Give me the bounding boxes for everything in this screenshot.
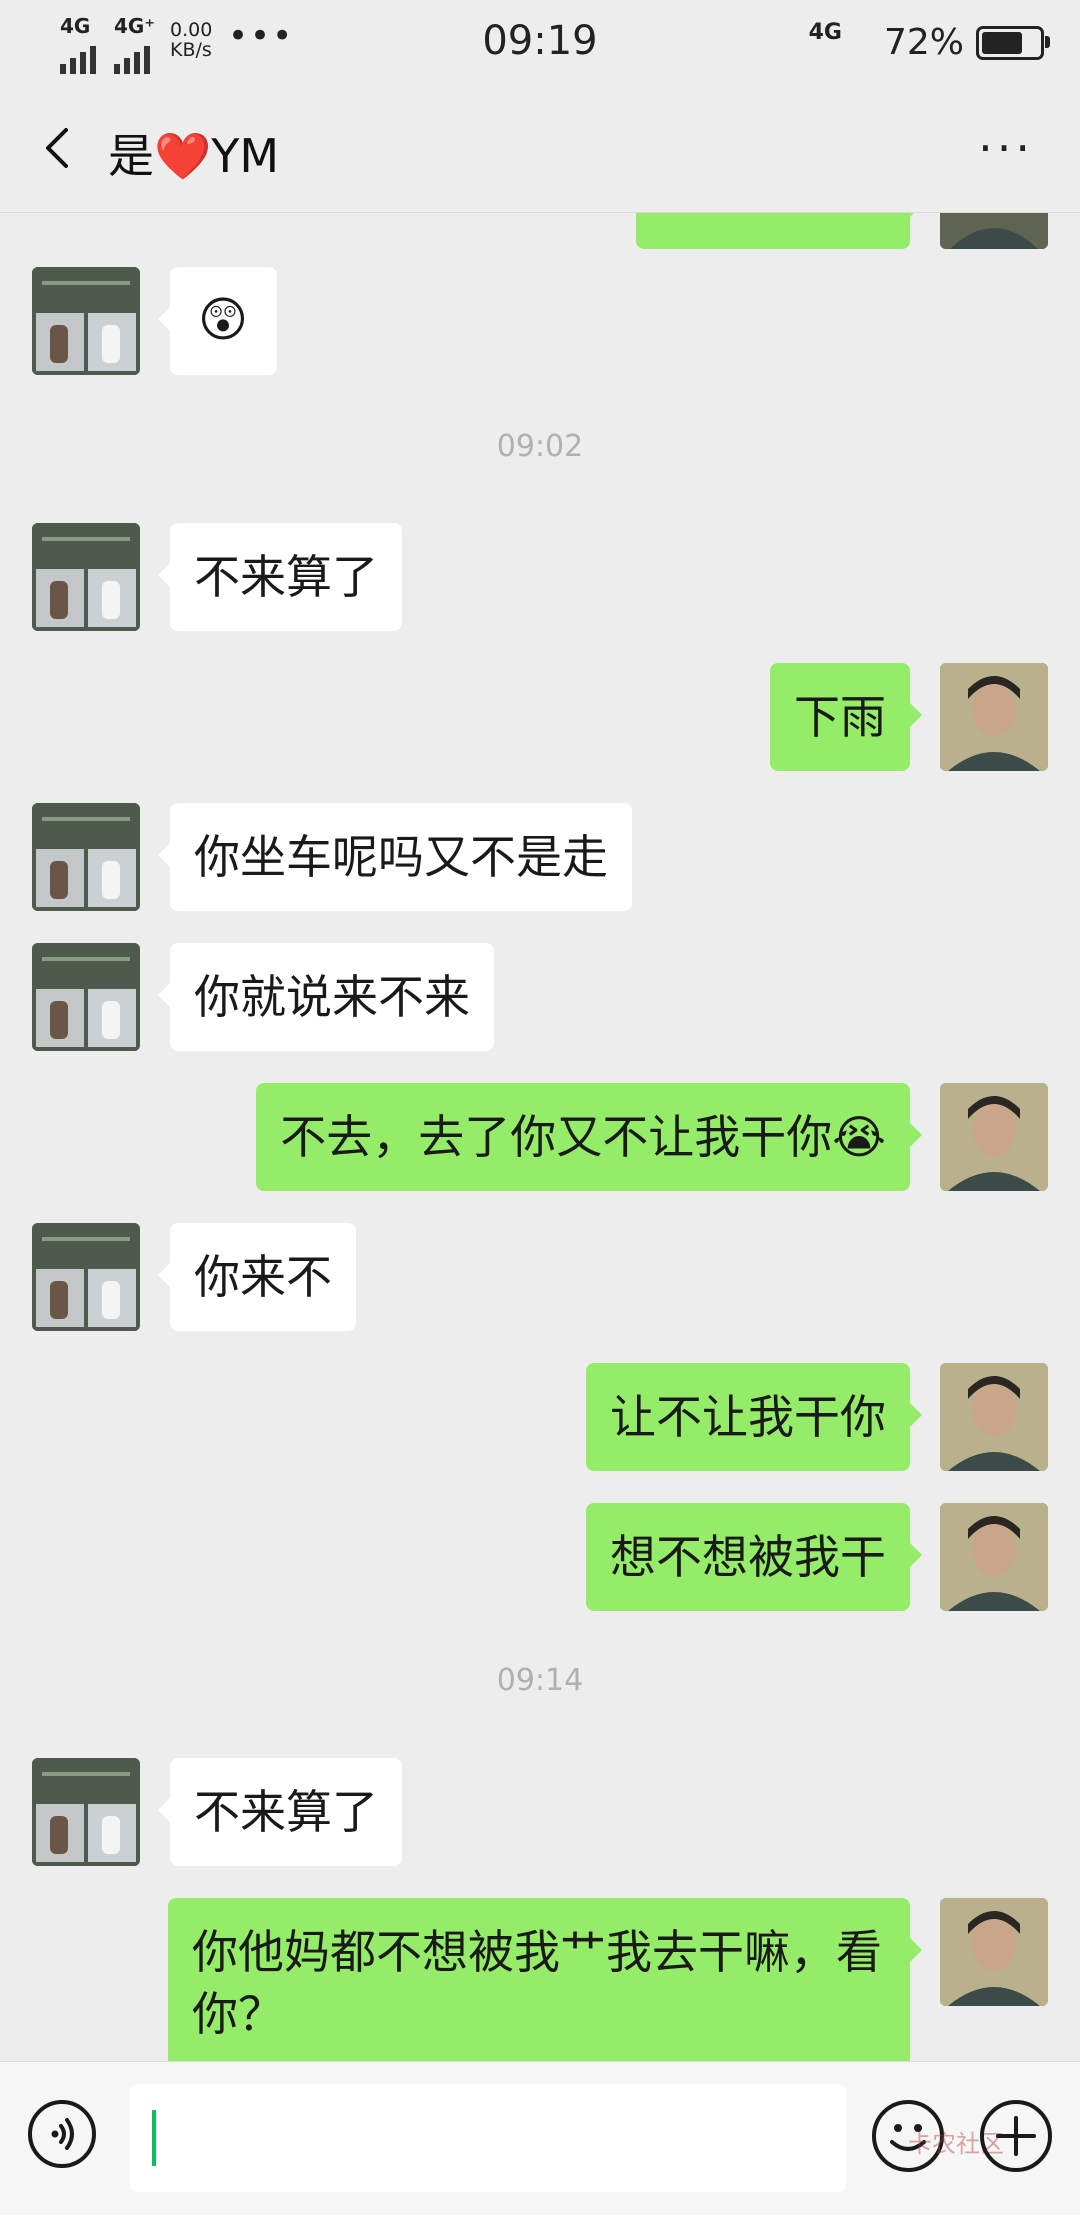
avatar-self-image (940, 1083, 1048, 1191)
avatar-other[interactable] (32, 267, 140, 375)
status-bar: 4G 4G⁺ 0.00 KB/s ••• 09:19 4G 72% (0, 0, 1080, 86)
message-text: 不来算了 (194, 1785, 378, 1839)
avatar-other-image (32, 803, 140, 911)
avatar-other[interactable] (32, 1758, 140, 1866)
avatar-self[interactable] (940, 1083, 1048, 1191)
avatar-other-image (32, 1223, 140, 1331)
battery-icon (976, 25, 1050, 60)
signal-3-label: 4G (808, 20, 842, 45)
battery-percent: 72% (883, 22, 964, 63)
voice-icon (51, 2118, 74, 2150)
message-timestamp: 09:02 (496, 429, 584, 464)
avatar-self-image (940, 1503, 1048, 1611)
message-bubble-other[interactable]: 😲 (158, 267, 277, 375)
message-text: 你坐车呢吗又不是走 (194, 830, 608, 884)
avatar-self[interactable] (940, 663, 1048, 771)
text-cursor (152, 2110, 156, 2166)
input-bar: 卡农社区 (0, 2061, 1080, 2215)
avatar-other[interactable] (32, 1223, 140, 1331)
avatar-self[interactable] (940, 1503, 1048, 1611)
message-text: 不来算了 (194, 550, 378, 604)
avatar-other[interactable] (32, 803, 140, 911)
avatar-self-image (940, 1363, 1048, 1471)
message-bubble-other[interactable]: 你来不 (158, 1223, 356, 1331)
avatar-other-image (32, 1758, 140, 1866)
message-text: 你就说来不来 (194, 970, 470, 1024)
avatar-other[interactable] (32, 943, 140, 1051)
message-input[interactable] (130, 2084, 846, 2192)
message-bubble-self[interactable]: 下雨 (770, 663, 922, 771)
chat-title: 是❤️YM (108, 129, 280, 183)
message-bubble-self[interactable]: 让不让我干你 (586, 1363, 922, 1471)
message-text: 下雨 (794, 690, 886, 744)
back-arrow-icon[interactable] (36, 124, 84, 172)
message-timestamp: 09:14 (496, 1663, 584, 1698)
message-bubble-self[interactable]: 不去，去了你又不让我干你😭 (256, 1083, 922, 1191)
message-text: 让不让我干你 (610, 1390, 886, 1444)
battery-status: 72% (883, 22, 1050, 63)
message-bubble-self-partial[interactable] (636, 213, 922, 249)
chat-header: 是❤️YM ··· (0, 86, 1080, 213)
message-text: 不去，去了你又不让我干你😭 (280, 1110, 886, 1164)
message-text: 你他妈都不想被我艹我去干嘛，看你？ (192, 1925, 882, 2041)
message-text: 你来不 (194, 1250, 332, 1304)
message-bubble-self[interactable]: 想不想被我干 (586, 1503, 922, 1611)
avatar-self-image (940, 663, 1048, 771)
avatar-self[interactable] (940, 1363, 1048, 1471)
avatar-other[interactable] (32, 523, 140, 631)
more-options-icon[interactable]: ··· (978, 125, 1034, 171)
more-functions-button[interactable] (980, 2100, 1052, 2172)
avatar-other-image (32, 943, 140, 1051)
voice-input-button[interactable] (28, 2100, 96, 2168)
avatar-self-image (940, 1898, 1048, 2006)
message-bubble-other[interactable]: 你坐车呢吗又不是走 (158, 803, 632, 911)
avatar-other-image (32, 267, 140, 375)
message-emoji: 😲 (198, 292, 249, 348)
battery-fill (982, 31, 1022, 54)
message-bubble-self[interactable]: 你他妈都不想被我艹我去干嘛，看你？ (168, 1898, 922, 2061)
avatar-self[interactable] (940, 213, 1048, 249)
message-bubble-other[interactable]: 你就说来不来 (158, 943, 494, 1051)
plus-icon (996, 2116, 1036, 2156)
message-bubble-other[interactable]: 不来算了 (158, 523, 402, 631)
message-text: 想不想被我干 (610, 1530, 886, 1584)
avatar-other-image (32, 523, 140, 631)
avatar-self[interactable] (940, 1898, 1048, 2006)
message-list[interactable]: 😲 09:02 不来算了 下雨 你坐车呢吗又不是走 你就说来不来 不去，去了你又… (0, 213, 1080, 2061)
message-bubble-other[interactable]: 不来算了 (158, 1758, 402, 1866)
